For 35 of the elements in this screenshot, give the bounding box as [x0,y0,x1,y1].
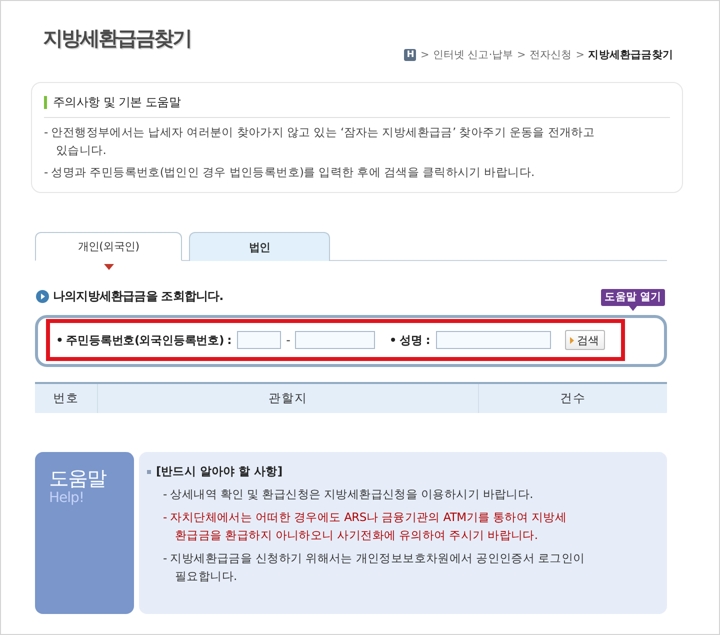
breadcrumb-separator: > [516,49,526,61]
breadcrumb-link[interactable]: 전자신청 [529,48,572,62]
pointer-triangle-icon [104,264,114,270]
help-heading: [반드시 알아야 할 사항] [156,464,282,479]
page-title: 지방세환급금찾기 [43,25,191,52]
square-bullet-icon [147,470,151,474]
pointer-tail-icon [628,306,637,311]
caret-icon [570,336,574,344]
arrow-circle-icon [36,290,49,303]
home-link[interactable]: H [404,49,416,61]
registration-number-front-field[interactable] [237,331,282,349]
notice-text: - 성명과 주민등록번호(법인인 경우 법인등록번호)를 입력한 후에 검색을 클릭하시기 바랍니다. [44,164,536,181]
number-separator: - [286,333,290,347]
breadcrumb-separator: > [420,49,429,61]
help-text: - 지방세환급금을 신청하기 위해서는 개인정보보호차원에서 공인인증서 로그인이 필요합니다. [163,550,586,585]
search-button[interactable]: 검색 [564,330,605,350]
notice-title: 주의사항 및 기본 도움말 [53,94,181,111]
heading-bar-icon [44,96,47,109]
column-header: 번호 [52,390,80,407]
help-subtitle: Help! [49,490,84,506]
help-title: 도움말 [49,466,106,490]
name-field[interactable] [436,331,551,349]
lookup-heading: 나의지방세환급금을 조회합니다. [53,288,224,305]
breadcrumb-separator: > [576,49,584,61]
help-text: - 상세내역 확인 및 환급신청은 지방세환급신청을 이용하시기 바랍니다. [163,486,534,503]
column-header: 건수 [478,384,667,413]
help-text: - 자치단체에서는 어떠한 경우에도 ARS나 금융기관의 ATM기를 통하여 지방세 환급금을 환급하지 아니하오니 사기전화에 유의하여 주시기 바랍니다. [163,509,568,544]
name-label: • 성명 : [389,332,430,348]
registration-number-label: • 주민등록번호(외국인등록번호) : [56,332,232,348]
registration-number-back-field[interactable] [295,331,376,349]
notice-text: - 안전행정부에서는 납세자 여러분이 찾아가지 않고 있는 ‘잠자는 지방세환급금’ 찾아주기 운동을 전개하고 있습니다. [44,124,596,159]
tab[interactable]: 법인 [189,232,330,261]
breadcrumb-link[interactable]: 지방세환급금찾기 [588,48,673,62]
breadcrumb-link[interactable]: 인터넷 신고·납부 [432,48,513,62]
column-header: 관할지 [97,384,478,413]
